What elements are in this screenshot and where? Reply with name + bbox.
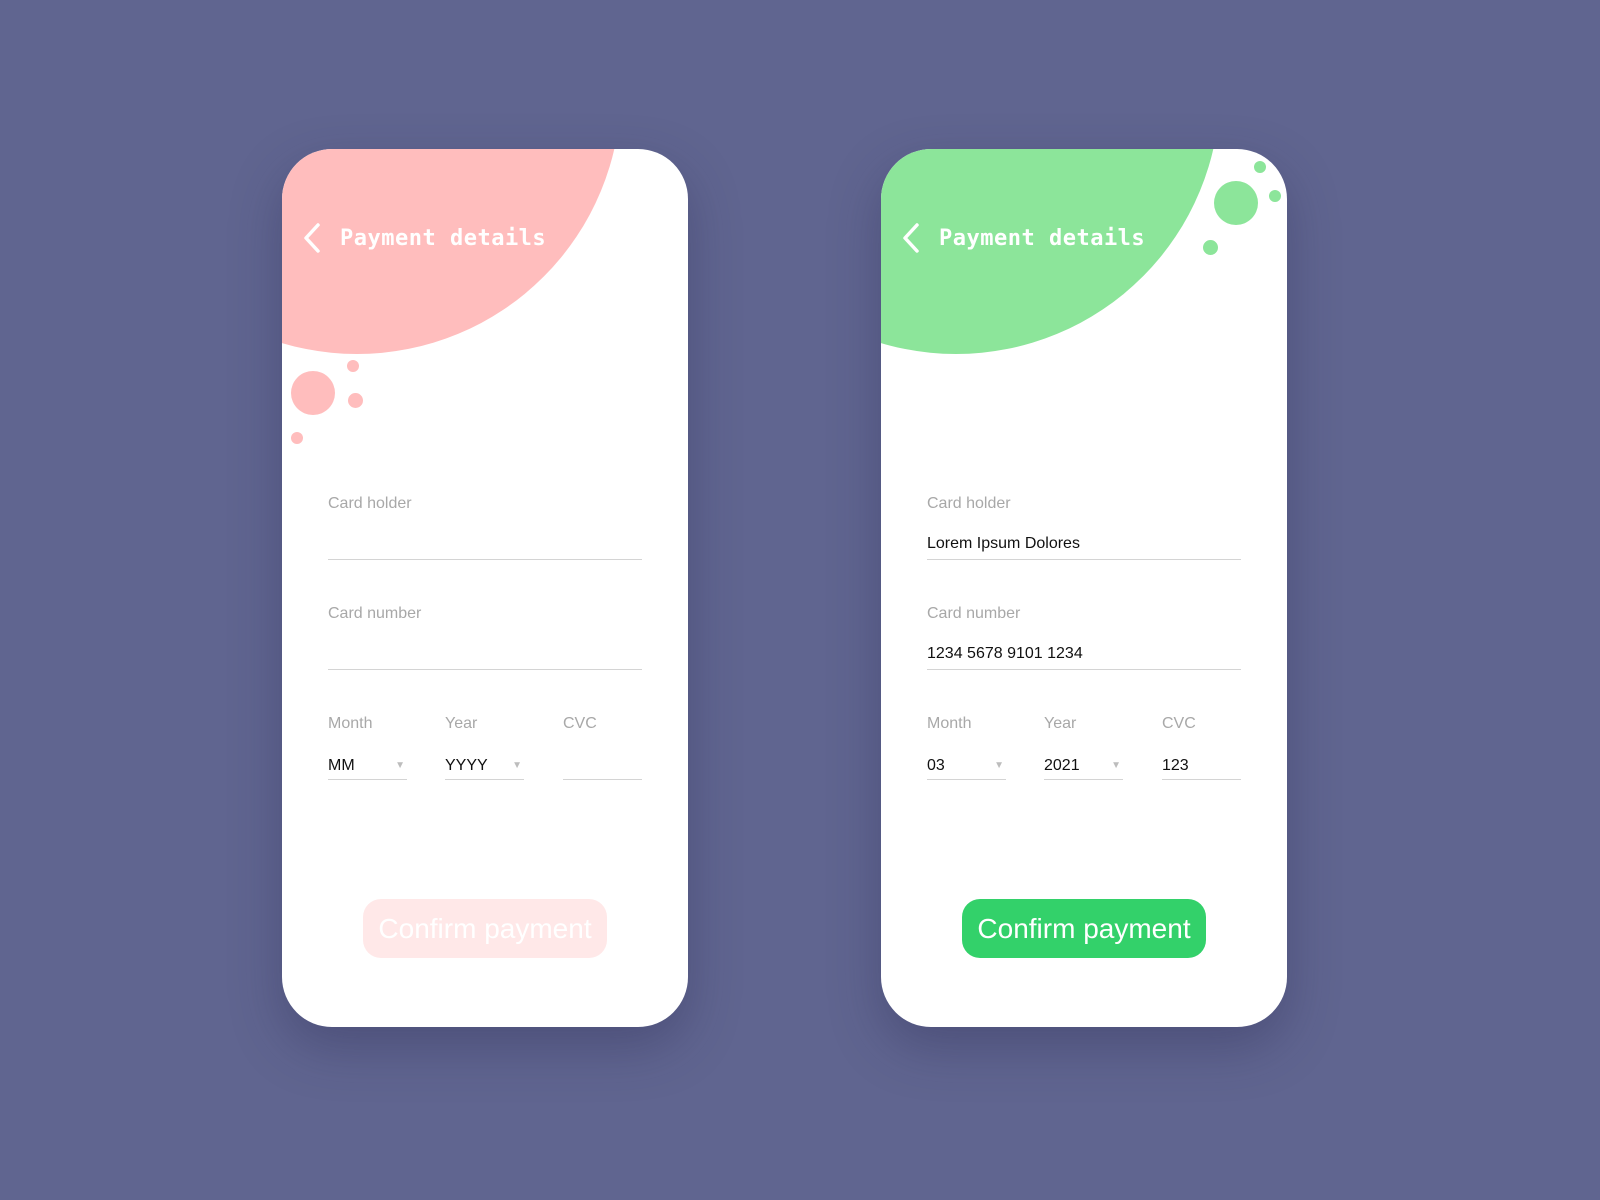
month-select[interactable]: MM ▼ xyxy=(328,753,407,780)
page-title: Payment details xyxy=(340,225,547,251)
decorative-bubble xyxy=(291,371,335,415)
cvc-field: CVC xyxy=(563,715,642,780)
decorative-bubble xyxy=(348,393,363,408)
page-title: Payment details xyxy=(939,225,1146,251)
confirm-payment-button[interactable]: Confirm payment xyxy=(363,899,607,958)
chevron-left-icon xyxy=(304,223,320,253)
decorative-bubble xyxy=(291,432,303,444)
year-label: Year xyxy=(1044,715,1077,732)
card-holder-input[interactable] xyxy=(328,533,642,560)
card-holder-label: Card holder xyxy=(927,495,1011,512)
card-number-field: Card number 1234 5678 9101 1234 xyxy=(927,605,1241,670)
card-holder-input[interactable]: Lorem Ipsum Dolores xyxy=(927,533,1241,560)
year-value: 2021 xyxy=(1044,757,1080,774)
cvc-value: 123 xyxy=(1162,757,1189,774)
card-number-label: Card number xyxy=(328,605,422,622)
screen-header: Payment details xyxy=(901,221,1145,255)
dropdown-caret-icon: ▼ xyxy=(994,760,1004,771)
dropdown-caret-icon: ▼ xyxy=(512,760,522,771)
back-button[interactable] xyxy=(901,221,923,255)
payment-screen-empty: Payment details Card holder Card number … xyxy=(282,149,688,1027)
card-holder-field: Card holder Lorem Ipsum Dolores xyxy=(927,495,1241,560)
payment-screen-filled: Payment details Card holder Lorem Ipsum … xyxy=(881,149,1287,1027)
cvc-label: CVC xyxy=(563,715,597,732)
cvc-field: CVC 123 xyxy=(1162,715,1241,780)
decorative-bubble xyxy=(1203,240,1218,255)
month-field: Month MM ▼ xyxy=(328,715,407,780)
card-number-label: Card number xyxy=(927,605,1021,622)
screen-header: Payment details xyxy=(302,221,546,255)
year-value: YYYY xyxy=(445,757,488,774)
decorative-bubble xyxy=(1269,190,1281,202)
year-field: Year 2021 ▼ xyxy=(1044,715,1123,780)
month-value: 03 xyxy=(927,757,945,774)
month-value: MM xyxy=(328,757,355,774)
decorative-bubble xyxy=(347,360,359,372)
cvc-input[interactable]: 123 xyxy=(1162,753,1241,780)
decorative-bubble xyxy=(1214,181,1258,225)
cvc-label: CVC xyxy=(1162,715,1196,732)
year-label: Year xyxy=(445,715,478,732)
month-field: Month 03 ▼ xyxy=(927,715,1006,780)
year-field: Year YYYY ▼ xyxy=(445,715,524,780)
card-holder-label: Card holder xyxy=(328,495,412,512)
year-select[interactable]: 2021 ▼ xyxy=(1044,753,1123,780)
card-holder-field: Card holder xyxy=(328,495,642,560)
month-select[interactable]: 03 ▼ xyxy=(927,753,1006,780)
confirm-payment-button[interactable]: Confirm payment xyxy=(962,899,1206,958)
dropdown-caret-icon: ▼ xyxy=(1111,760,1121,771)
card-number-input[interactable] xyxy=(328,643,642,670)
year-select[interactable]: YYYY ▼ xyxy=(445,753,524,780)
dropdown-caret-icon: ▼ xyxy=(395,760,405,771)
decorative-bubble xyxy=(1254,161,1266,173)
back-button[interactable] xyxy=(302,221,324,255)
card-number-input[interactable]: 1234 5678 9101 1234 xyxy=(927,643,1241,670)
chevron-left-icon xyxy=(903,223,919,253)
card-number-field: Card number xyxy=(328,605,642,670)
cvc-input[interactable] xyxy=(563,753,642,780)
month-label: Month xyxy=(927,715,972,732)
month-label: Month xyxy=(328,715,373,732)
